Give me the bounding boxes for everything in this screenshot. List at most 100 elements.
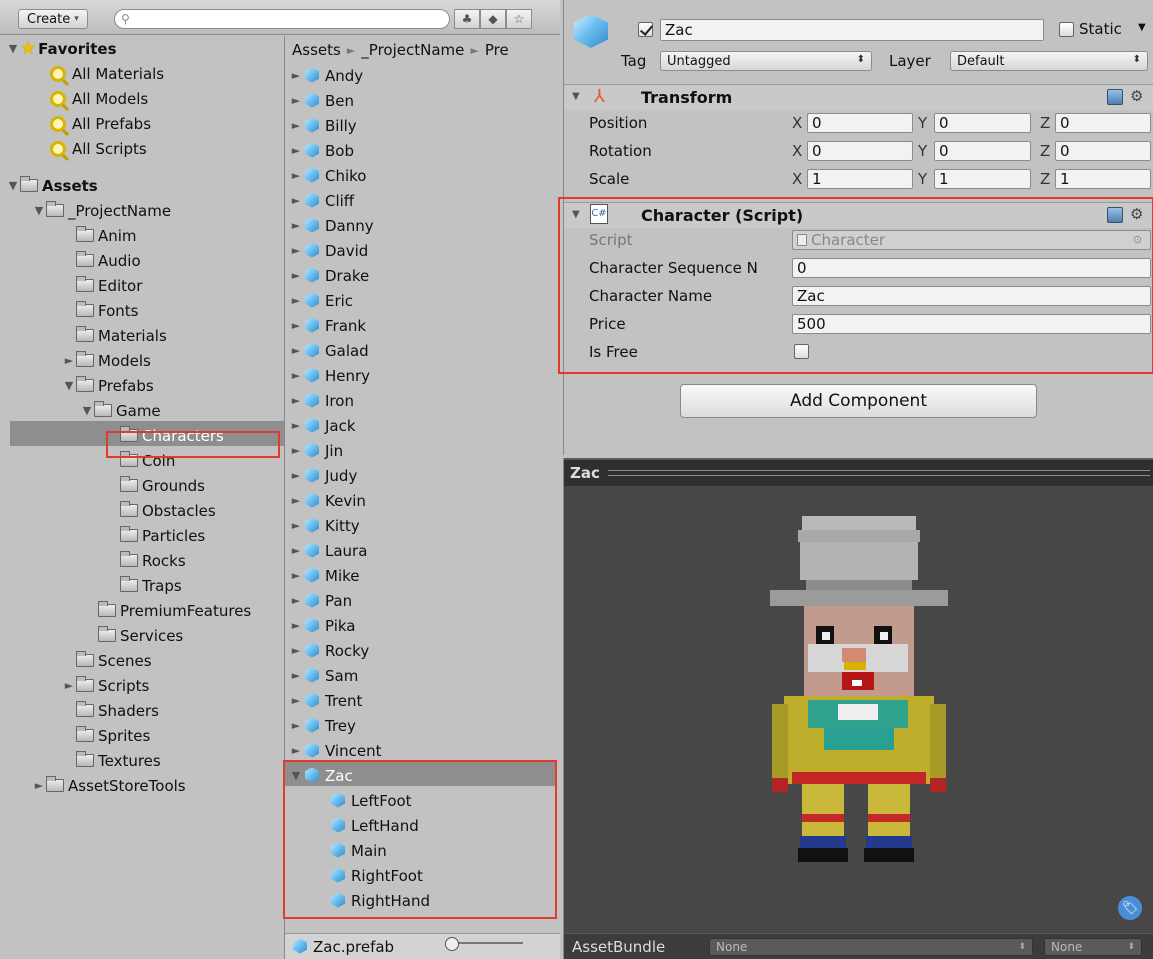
folder-item[interactable]: Rocks — [106, 548, 186, 573]
prefab-item[interactable]: ► Trent — [289, 688, 363, 713]
assetbundle-variant-dropdown[interactable]: None ⬍ — [1044, 938, 1142, 956]
foldout-arrow-icon[interactable]: ► — [289, 569, 303, 582]
foldout-arrow-icon[interactable]: ► — [289, 344, 303, 357]
prefab-item[interactable]: ► Galad — [289, 338, 369, 363]
script-reference-field[interactable]: Character — [792, 230, 1151, 250]
transform-x-field[interactable]: 0 — [807, 141, 913, 161]
folder-item[interactable]: Sprites — [62, 723, 150, 748]
child-object-item[interactable]: RightHand — [329, 888, 430, 913]
folder-item[interactable]: ▼ Prefabs — [62, 373, 154, 398]
filter-by-type-icon[interactable]: ♣ — [454, 9, 480, 29]
prefab-item[interactable]: ► Iron — [289, 388, 354, 413]
folder-item[interactable]: Characters — [106, 423, 224, 448]
breadcrumb-project[interactable]: _ProjectName — [361, 41, 464, 59]
foldout-arrow-icon[interactable]: ► — [289, 294, 303, 307]
static-checkbox[interactable] — [1059, 22, 1074, 37]
create-button[interactable]: Create ▾ — [18, 9, 88, 29]
icon-size-slider-handle[interactable] — [445, 937, 459, 951]
foldout-arrow-icon[interactable]: ► — [289, 544, 303, 557]
preview-header[interactable]: Zac — [564, 458, 1153, 486]
foldout-arrow-icon[interactable]: ▼ — [572, 91, 580, 102]
foldout-arrow-icon[interactable]: ► — [289, 419, 303, 432]
project-folder[interactable]: ▼ _ProjectName — [32, 198, 171, 223]
foldout-arrow-icon[interactable]: ► — [62, 354, 76, 367]
transform-z-field[interactable]: 1 — [1055, 169, 1151, 189]
game-folder[interactable]: ▼ Game — [80, 398, 161, 423]
foldout-arrow-icon[interactable]: ► — [289, 719, 303, 732]
gear-icon[interactable]: ⚙ — [1130, 205, 1143, 223]
prefab-item[interactable]: ► Danny — [289, 213, 374, 238]
prefab-item[interactable]: ► Henry — [289, 363, 370, 388]
prefab-item[interactable]: ▼ Zac — [289, 763, 353, 788]
folder-item[interactable]: Fonts — [62, 298, 138, 323]
transform-y-field[interactable]: 0 — [934, 113, 1031, 133]
favorite-item[interactable]: All Materials — [36, 61, 164, 86]
prefab-item[interactable]: ► Vincent — [289, 738, 382, 763]
foldout-arrow-icon[interactable]: ► — [289, 494, 303, 507]
foldout-arrow-icon[interactable]: ► — [289, 94, 303, 107]
foldout-arrow-icon[interactable]: ► — [289, 444, 303, 457]
favorite-star-icon[interactable]: ☆ — [506, 9, 532, 29]
prefab-item[interactable]: ► Jack — [289, 413, 356, 438]
transform-z-field[interactable]: 0 — [1055, 113, 1151, 133]
layer-dropdown[interactable]: Default ⬍ — [950, 51, 1148, 71]
child-object-item[interactable]: RightFoot — [329, 863, 423, 888]
object-name-field[interactable]: Zac — [660, 19, 1044, 41]
foldout-arrow-icon[interactable]: ► — [289, 644, 303, 657]
child-object-item[interactable]: Main — [329, 838, 387, 863]
favorites-node[interactable]: ▼ ★ Favorites — [6, 36, 117, 61]
prefab-item[interactable]: ► Laura — [289, 538, 368, 563]
folder-item[interactable]: Editor — [62, 273, 142, 298]
foldout-arrow-icon[interactable]: ► — [289, 619, 303, 632]
favorite-item[interactable]: All Prefabs — [36, 111, 151, 136]
prefab-item[interactable]: ► Kevin — [289, 488, 366, 513]
prefab-item[interactable]: ► Drake — [289, 263, 370, 288]
foldout-arrow-icon[interactable]: ► — [289, 394, 303, 407]
tag-dropdown[interactable]: Untagged ⬍ — [660, 51, 872, 71]
help-book-icon[interactable] — [1107, 89, 1123, 105]
child-object-item[interactable]: LeftHand — [329, 813, 419, 838]
script-field-input[interactable]: Zac — [792, 286, 1151, 306]
folder-item[interactable]: ► AssetStoreTools — [32, 773, 186, 798]
object-picker-icon[interactable]: ⊙ — [1133, 233, 1142, 246]
foldout-arrow-icon[interactable]: ► — [289, 219, 303, 232]
filter-by-label-icon[interactable]: ◆ — [480, 9, 506, 29]
child-object-item[interactable]: LeftFoot — [329, 788, 412, 813]
foldout-arrow-icon[interactable]: ▼ — [6, 42, 20, 55]
foldout-arrow-icon[interactable]: ▼ — [32, 204, 46, 217]
foldout-arrow-icon[interactable]: ► — [289, 319, 303, 332]
foldout-arrow-icon[interactable]: ► — [289, 669, 303, 682]
transform-x-field[interactable]: 1 — [807, 169, 913, 189]
foldout-arrow-icon[interactable]: ▼ — [289, 769, 303, 782]
foldout-arrow-icon[interactable]: ► — [289, 694, 303, 707]
prefab-item[interactable]: ► Pika — [289, 613, 356, 638]
folder-item[interactable]: PremiumFeatures — [84, 598, 251, 623]
is-free-checkbox[interactable] — [794, 344, 809, 359]
prefab-item[interactable]: ► David — [289, 238, 369, 263]
foldout-arrow-icon[interactable]: ► — [289, 244, 303, 257]
active-checkbox[interactable] — [638, 22, 653, 37]
search-input[interactable]: ⚲ — [114, 9, 450, 29]
folder-item[interactable]: Services — [84, 623, 183, 648]
prefab-item[interactable]: ► Frank — [289, 313, 366, 338]
transform-y-field[interactable]: 0 — [934, 141, 1031, 161]
folder-item[interactable]: Anim — [62, 223, 137, 248]
foldout-arrow-icon[interactable]: ► — [289, 269, 303, 282]
foldout-arrow-icon[interactable]: ► — [289, 469, 303, 482]
prefab-item[interactable]: ► Cliff — [289, 188, 354, 213]
foldout-arrow-icon[interactable]: ► — [289, 169, 303, 182]
script-field-input[interactable]: 500 — [792, 314, 1151, 334]
prefab-item[interactable]: ► Pan — [289, 588, 352, 613]
character-model-preview[interactable] — [754, 508, 964, 868]
transform-y-field[interactable]: 1 — [934, 169, 1031, 189]
foldout-arrow-icon[interactable]: ► — [289, 519, 303, 532]
folder-item[interactable]: Traps — [106, 573, 182, 598]
folder-item[interactable]: Scenes — [62, 648, 152, 673]
prefab-item[interactable]: ► Trey — [289, 713, 356, 738]
foldout-arrow-icon[interactable]: ► — [289, 369, 303, 382]
foldout-arrow-icon[interactable]: ► — [32, 779, 46, 792]
prefab-item[interactable]: ► Billy — [289, 113, 357, 138]
folder-item[interactable]: ► Scripts — [62, 673, 149, 698]
folder-item[interactable]: Textures — [62, 748, 161, 773]
prefab-item[interactable]: ► Kitty — [289, 513, 360, 538]
